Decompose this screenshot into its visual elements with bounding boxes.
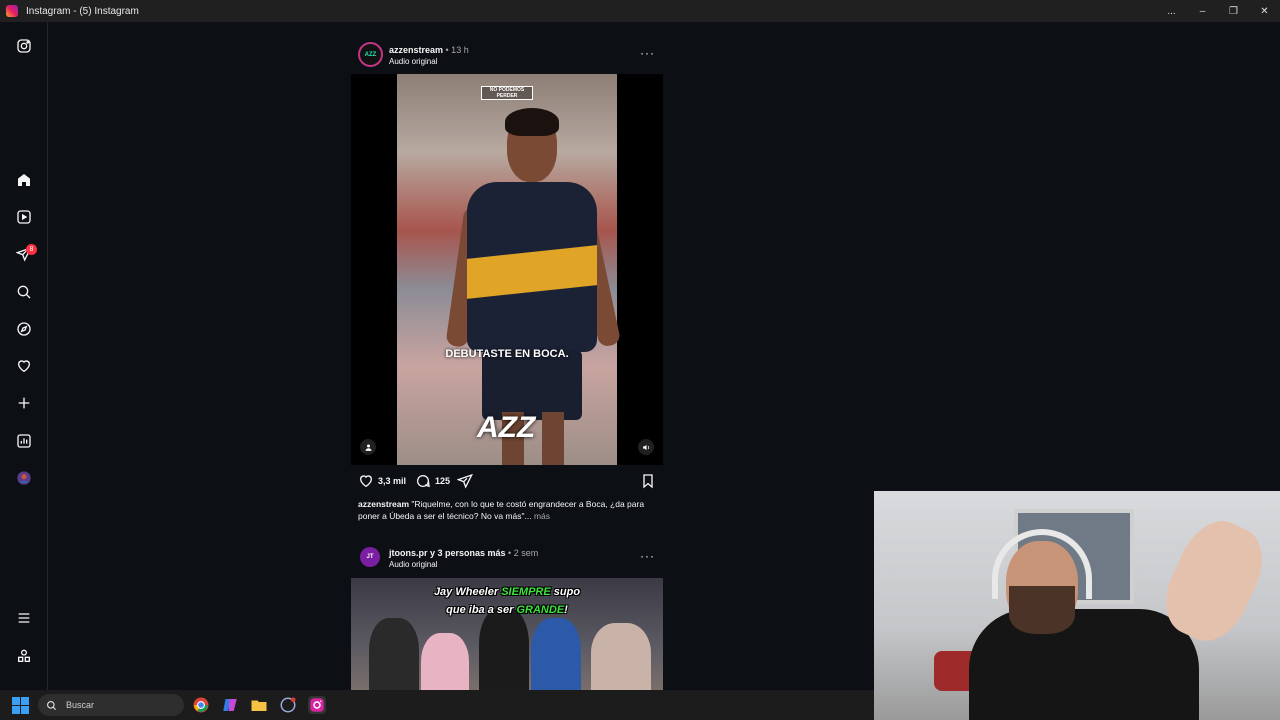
post-video[interactable]: Jay Wheeler SIEMPRE supo que iba a ser G… <box>351 578 663 690</box>
search-icon[interactable] <box>14 282 34 302</box>
post-time: • 2 sem <box>505 548 539 558</box>
search-icon <box>47 700 57 710</box>
watermark: AZZ <box>477 411 536 444</box>
title-bar: Instagram - (5) Instagram ... – ❐ ✕ <box>0 0 1280 22</box>
post-caption: azzenstream "Riquelme, con lo que te cos… <box>358 498 658 522</box>
taskbar: Buscar <box>0 690 874 720</box>
home-icon[interactable] <box>14 170 34 190</box>
compass-icon[interactable] <box>14 319 34 339</box>
post-actions: 3,3 mil 125 <box>358 473 663 491</box>
file-explorer-icon[interactable] <box>250 696 268 714</box>
post-header: JT jtoons.pr y 3 personas más • 2 sem Au… <box>358 545 663 573</box>
copilot-icon[interactable] <box>221 696 239 714</box>
more-options-icon[interactable]: ··· <box>640 46 655 60</box>
video-caption-line-1: Jay Wheeler SIEMPRE supo <box>433 586 581 598</box>
window-title: Instagram - (5) Instagram <box>26 5 139 17</box>
threads-icon[interactable] <box>14 646 34 666</box>
username[interactable]: jtoons.pr y 3 personas más <box>389 548 506 558</box>
post-header: AZZ azzenstream • 13 h Audio original ··… <box>358 42 663 70</box>
heart-icon[interactable] <box>14 356 34 376</box>
comment-count: 125 <box>435 476 451 486</box>
window-controls: ... – ❐ ✕ <box>1156 0 1280 22</box>
comment-button[interactable]: 125 <box>415 473 450 489</box>
audio-link[interactable]: Audio original <box>389 57 437 66</box>
video-frame <box>397 74 622 465</box>
caption-more-link[interactable]: más <box>532 511 550 521</box>
maximize-button[interactable]: ❐ <box>1218 0 1249 22</box>
share-icon <box>457 473 473 489</box>
overlay-logo: NO PODEMOS PERDER <box>481 86 533 100</box>
post-video[interactable]: NO PODEMOS PERDER DEBUTASTE EN BOCA. AZZ <box>351 74 663 465</box>
comment-icon <box>417 475 430 488</box>
volume-icon[interactable] <box>638 439 654 455</box>
audio-link[interactable]: Audio original <box>389 560 437 569</box>
more-options-button[interactable]: ... <box>1156 0 1187 22</box>
save-button[interactable] <box>640 473 656 489</box>
messages-badge: 8 <box>26 244 37 255</box>
plus-icon[interactable] <box>14 393 34 413</box>
windows-start-icon[interactable] <box>12 697 29 714</box>
post-author[interactable]: azzenstream • 13 h <box>389 45 469 55</box>
app-icon[interactable] <box>279 696 297 714</box>
menu-icon[interactable] <box>14 608 34 628</box>
more-options-icon[interactable]: ··· <box>640 549 655 563</box>
taskbar-search[interactable]: Buscar <box>38 694 184 716</box>
post-author[interactable]: jtoons.pr y 3 personas más • 2 sem <box>389 548 538 558</box>
video-caption: DEBUTASTE EN BOCA. <box>445 348 569 360</box>
video-caption-line-2: que iba a ser GRANDE! <box>446 604 568 616</box>
heart-icon <box>359 475 373 488</box>
share-button[interactable] <box>457 473 473 489</box>
instagram-icon[interactable] <box>308 696 326 714</box>
avatar[interactable]: JT <box>360 547 380 567</box>
webcam-overlay <box>874 491 1280 720</box>
post-time: • 13 h <box>443 45 469 55</box>
avatar[interactable] <box>14 468 34 488</box>
tagged-user-icon[interactable] <box>360 439 376 455</box>
reels-icon[interactable] <box>14 207 34 227</box>
caption-username[interactable]: azzenstream <box>358 499 409 509</box>
avatar[interactable]: AZZ <box>358 42 383 67</box>
chrome-icon[interactable] <box>192 696 210 714</box>
chart-icon[interactable] <box>14 431 34 451</box>
username[interactable]: azzenstream <box>389 45 443 55</box>
sidebar: 8 <box>0 22 48 690</box>
instagram-app-icon <box>6 5 18 17</box>
close-button[interactable]: ✕ <box>1249 0 1280 22</box>
instagram-icon[interactable] <box>14 36 34 56</box>
like-count: 3,3 mil <box>378 476 407 486</box>
search-placeholder: Buscar <box>66 700 95 710</box>
minimize-button[interactable]: – <box>1187 0 1218 22</box>
bookmark-icon <box>643 474 653 489</box>
like-button[interactable]: 3,3 mil <box>358 473 406 489</box>
